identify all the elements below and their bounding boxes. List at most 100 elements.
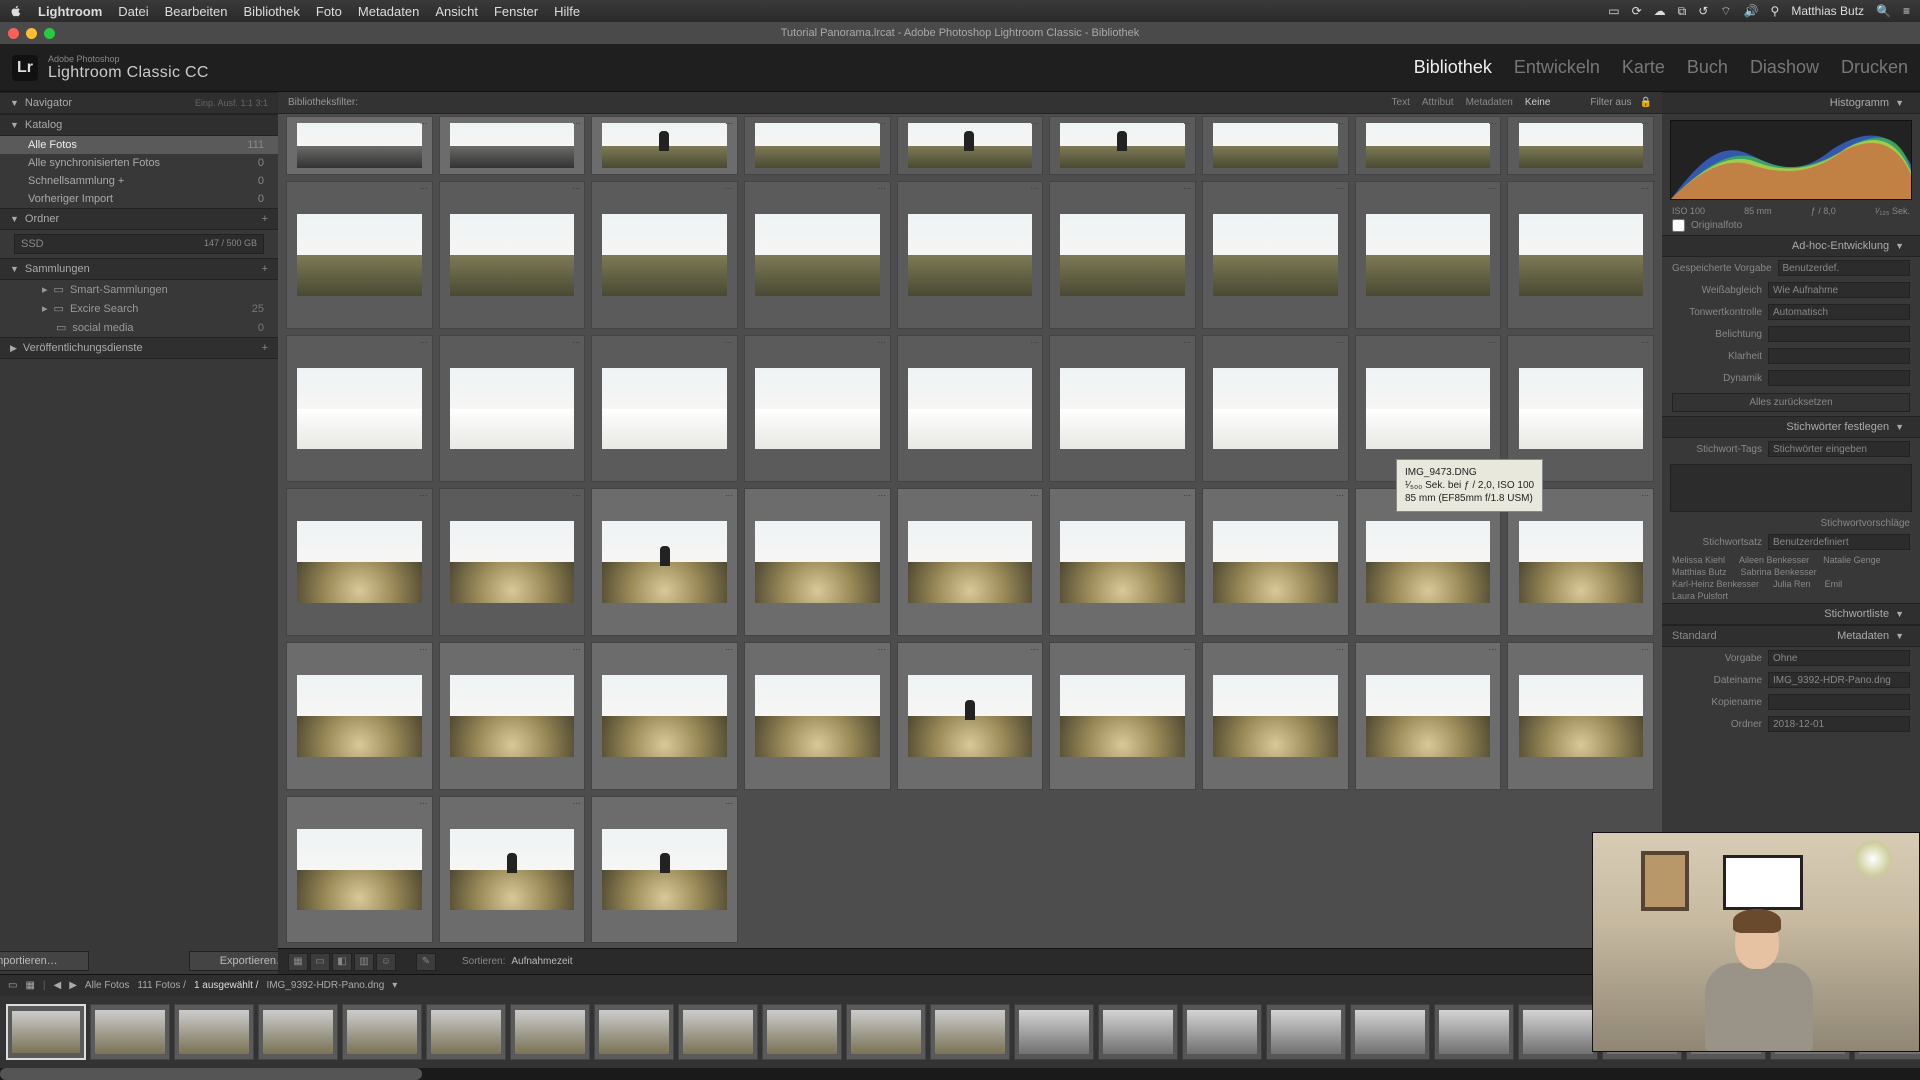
- thumbnail-cell[interactable]: ⋯: [897, 335, 1044, 483]
- thumbnail-cell[interactable]: ⋯: [591, 116, 738, 175]
- thumbnail-cell[interactable]: ⋯: [286, 796, 433, 944]
- folders-header[interactable]: ▼ Ordner +: [0, 208, 278, 230]
- view-loupe-icon[interactable]: ▭: [310, 953, 330, 971]
- thumbnail-cell[interactable]: ⋯: [591, 488, 738, 636]
- module-book[interactable]: Buch: [1687, 57, 1728, 78]
- filmstrip-thumbnail[interactable]: [846, 1004, 926, 1060]
- thumbnail-cell[interactable]: ⋯: [1507, 642, 1654, 790]
- thumbnail-cell[interactable]: ⋯: [897, 181, 1044, 329]
- vibrance-stepper[interactable]: [1768, 370, 1910, 386]
- thumbnail-cell[interactable]: ⋯: [744, 335, 891, 483]
- filmstrip-thumbnail[interactable]: [1182, 1004, 1262, 1060]
- import-button[interactable]: Importieren…: [0, 951, 89, 971]
- menubar-cc-icon[interactable]: ☁: [1654, 4, 1666, 18]
- filmstrip-thumbnail[interactable]: [174, 1004, 254, 1060]
- original-photo-checkbox[interactable]: [1672, 219, 1685, 232]
- thumbnail-cell[interactable]: ⋯: [744, 642, 891, 790]
- chevron-down-icon[interactable]: ▾: [392, 980, 397, 991]
- thumbnail-cell[interactable]: ⋯: [286, 116, 433, 175]
- metadata-filename[interactable]: IMG_9392-HDR-Pano.dng: [1768, 672, 1910, 688]
- thumbnail-cell[interactable]: ⋯: [1202, 488, 1349, 636]
- metadata-preset[interactable]: Ohne: [1768, 650, 1910, 666]
- filter-none[interactable]: Keine: [1525, 97, 1551, 108]
- keyword-list-header[interactable]: Stichwortliste▼: [1662, 603, 1920, 625]
- add-collection-icon[interactable]: +: [262, 263, 268, 275]
- thumbnail-cell[interactable]: ⋯: [744, 488, 891, 636]
- catalog-previous-import[interactable]: Vorheriger Import0: [0, 190, 278, 208]
- add-folder-icon[interactable]: +: [262, 213, 268, 225]
- menu-window[interactable]: Fenster: [494, 4, 538, 19]
- filmstrip-thumbnail[interactable]: [762, 1004, 842, 1060]
- filmstrip-thumbnail[interactable]: [426, 1004, 506, 1060]
- filmstrip-thumbnail[interactable]: [1266, 1004, 1346, 1060]
- thumbnail-cell[interactable]: ⋯: [1202, 642, 1349, 790]
- menubar-notifications-icon[interactable]: ≡: [1903, 4, 1910, 18]
- tone-auto-button[interactable]: Automatisch: [1768, 304, 1910, 320]
- metadata-copyname[interactable]: [1768, 694, 1910, 710]
- thumbnail-cell[interactable]: ⋯: [286, 335, 433, 483]
- filmstrip-thumbnail[interactable]: [1350, 1004, 1430, 1060]
- navigator-header[interactable]: ▼ Navigator Einp. Ausf. 1:1 3:1: [0, 92, 278, 114]
- module-develop[interactable]: Entwickeln: [1514, 57, 1600, 78]
- module-slideshow[interactable]: Diashow: [1750, 57, 1819, 78]
- module-print[interactable]: Drucken: [1841, 57, 1908, 78]
- thumbnail-cell[interactable]: ⋯: [439, 488, 586, 636]
- thumbnail-cell[interactable]: ⋯: [439, 181, 586, 329]
- menu-view[interactable]: Ansicht: [435, 4, 478, 19]
- filter-lock-icon[interactable]: 🔒: [1640, 97, 1652, 108]
- preset-select[interactable]: Benutzerdef.: [1778, 260, 1910, 276]
- scrollbar-thumb[interactable]: [0, 1068, 422, 1080]
- thumbnail-cell[interactable]: ⋯: [1355, 181, 1502, 329]
- thumbnail-cell[interactable]: ⋯: [439, 796, 586, 944]
- menubar-wifi-icon[interactable]: ⌔: [1720, 4, 1731, 19]
- exposure-stepper[interactable]: [1768, 326, 1910, 342]
- window-titlebar[interactable]: Tutorial Panorama.lrcat - Adobe Photosho…: [0, 22, 1920, 44]
- sort-value[interactable]: Aufnahmezeit: [511, 956, 572, 967]
- thumbnail-cell[interactable]: ⋯: [897, 642, 1044, 790]
- view-people-icon[interactable]: ☺: [376, 953, 396, 971]
- thumbnail-cell[interactable]: ⋯: [439, 642, 586, 790]
- thumbnail-cell[interactable]: ⋯: [897, 488, 1044, 636]
- menu-library[interactable]: Bibliothek: [244, 4, 300, 19]
- keywords-header[interactable]: Stichwörter festlegen▼: [1662, 416, 1920, 438]
- catalog-header[interactable]: ▼ Katalog: [0, 114, 278, 136]
- thumbnail-cell[interactable]: ⋯: [439, 335, 586, 483]
- collection-excire[interactable]: ▸▭Excire Search25: [0, 299, 278, 318]
- thumbnail-cell[interactable]: ⋯: [1202, 116, 1349, 175]
- catalog-all-photos[interactable]: Alle Fotos111: [0, 136, 278, 154]
- thumbnail-cell[interactable]: ⋯: [1202, 335, 1349, 483]
- reset-all-button[interactable]: Alles zurücksetzen: [1672, 393, 1910, 412]
- view-grid-icon[interactable]: ▦: [288, 953, 308, 971]
- thumbnail-cell[interactable]: ⋯: [1507, 181, 1654, 329]
- thumbnail-cell[interactable]: ⋯: [286, 642, 433, 790]
- thumbnail-cell[interactable]: ⋯: [1355, 642, 1502, 790]
- menubar-dropbox-icon[interactable]: ⧉: [1678, 4, 1687, 19]
- keyword-input[interactable]: Stichwörter eingeben: [1768, 441, 1910, 457]
- catalog-quick[interactable]: Schnellsammlung +0: [0, 172, 278, 190]
- folder-volume[interactable]: SSD147 / 500 GB: [14, 234, 264, 254]
- adhoc-header[interactable]: Ad-hoc-Entwicklung▼: [1662, 235, 1920, 257]
- filter-metadata[interactable]: Metadaten: [1466, 97, 1513, 108]
- filmstrip-thumbnail[interactable]: [258, 1004, 338, 1060]
- menubar-volume-icon[interactable]: 🔊: [1744, 4, 1759, 18]
- keyword-box[interactable]: [1670, 464, 1912, 512]
- thumbnail-cell[interactable]: ⋯: [1355, 116, 1502, 175]
- filmstrip-thumbnail[interactable]: [594, 1004, 674, 1060]
- filmstrip-thumbnail[interactable]: [510, 1004, 590, 1060]
- clarity-stepper[interactable]: [1768, 348, 1910, 364]
- nav-forward-icon[interactable]: ▶: [69, 980, 77, 991]
- collection-social[interactable]: ▭social media0: [0, 318, 278, 337]
- menu-file[interactable]: Datei: [118, 4, 148, 19]
- path-source[interactable]: Alle Fotos: [85, 980, 129, 991]
- menu-help[interactable]: Hilfe: [554, 4, 580, 19]
- filter-text[interactable]: Text: [1392, 97, 1410, 108]
- minimize-window-button[interactable]: [26, 28, 37, 39]
- metadata-folder[interactable]: 2018-12-01: [1768, 716, 1910, 732]
- view-compare-icon[interactable]: ◧: [332, 953, 352, 971]
- grid-view[interactable]: ⋯⋯⋯⋯⋯⋯⋯⋯⋯ ⋯⋯⋯⋯⋯⋯⋯⋯⋯⋯⋯⋯⋯⋯⋯⋯⋯⋯⋯⋯⋯⋯⋯⋯⋯⋯⋯⋯⋯⋯…: [278, 114, 1662, 948]
- menu-photo[interactable]: Foto: [316, 4, 342, 19]
- menubar-user[interactable]: Matthias Butz: [1791, 4, 1864, 18]
- thumbnail-cell[interactable]: ⋯: [1049, 488, 1196, 636]
- collections-header[interactable]: ▼ Sammlungen +: [0, 258, 278, 280]
- filmstrip-thumbnail[interactable]: [6, 1004, 86, 1060]
